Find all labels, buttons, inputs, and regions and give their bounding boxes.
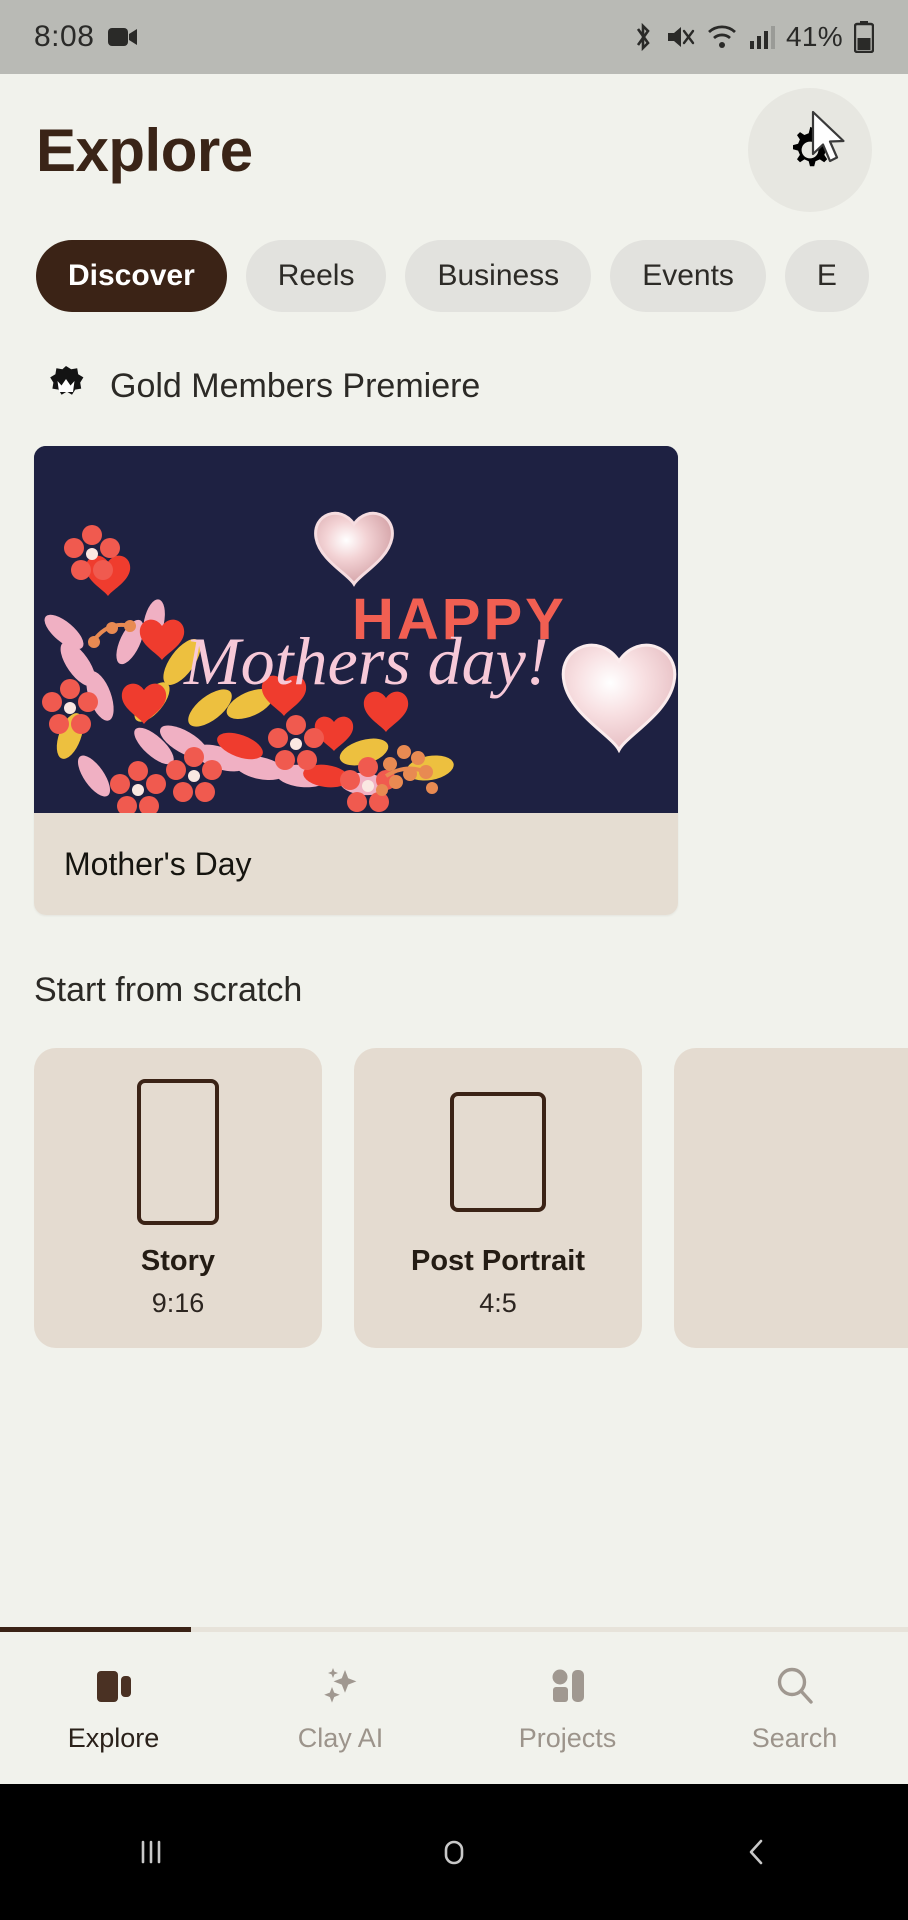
chip-events[interactable]: Events bbox=[610, 240, 766, 312]
nav-item-explore[interactable]: Explore bbox=[0, 1663, 227, 1754]
format-card-partial-next[interactable] bbox=[674, 1048, 908, 1348]
scratch-section-title: Start from scratch bbox=[34, 971, 303, 1009]
battery-percentage: 41% bbox=[786, 21, 843, 52]
bottom-navigation-bar: Explore Clay AI Projects Search bbox=[0, 1632, 908, 1784]
home-icon bbox=[436, 1834, 472, 1870]
settings-button[interactable] bbox=[748, 88, 872, 212]
phone-screen: 8:08 41% Explore Discover Reels Business… bbox=[0, 0, 908, 1920]
nav-item-clay-ai[interactable]: Clay AI bbox=[227, 1663, 454, 1754]
sparkles-icon bbox=[318, 1663, 364, 1709]
search-magnifier-icon bbox=[772, 1663, 818, 1709]
format-label: Post Portrait bbox=[410, 1245, 586, 1277]
nav-item-search[interactable]: Search bbox=[681, 1663, 908, 1754]
crown-badge-icon bbox=[44, 364, 88, 408]
chip-reels[interactable]: Reels bbox=[245, 240, 387, 312]
video-camera-icon bbox=[108, 26, 138, 48]
banner-script-text: Mothers day! bbox=[183, 623, 548, 699]
status-bar-right: 41% bbox=[632, 21, 875, 54]
recents-button[interactable] bbox=[0, 1834, 303, 1870]
premiere-banner-image: HAPPY Mothers day! bbox=[34, 446, 678, 813]
status-bar: 8:08 41% bbox=[0, 0, 908, 74]
back-icon bbox=[739, 1834, 775, 1870]
mothers-day-artwork: HAPPY Mothers day! bbox=[34, 446, 678, 813]
status-bar-clock: 8:08 bbox=[34, 20, 95, 53]
format-ratio: 4:5 bbox=[479, 1288, 517, 1318]
projects-blocks-icon bbox=[545, 1663, 591, 1709]
format-ratio: 9:16 bbox=[151, 1288, 205, 1318]
nav-label: Search bbox=[751, 1722, 838, 1753]
battery-icon bbox=[853, 21, 875, 54]
format-label: Story bbox=[140, 1245, 216, 1277]
system-navigation-bar bbox=[0, 1784, 908, 1920]
recents-icon bbox=[133, 1834, 169, 1870]
mouse-pointer-icon bbox=[810, 110, 854, 170]
chip-business[interactable]: Business bbox=[405, 240, 592, 312]
chip-discover[interactable]: Discover bbox=[36, 240, 227, 312]
chip-partial-next[interactable]: E bbox=[784, 240, 869, 312]
format-card-post-portrait[interactable]: Post Portrait 4:5 bbox=[354, 1048, 642, 1348]
premiere-card-caption: Mother's Day bbox=[34, 813, 678, 915]
home-button[interactable] bbox=[303, 1834, 606, 1870]
nav-label: Projects bbox=[518, 1722, 617, 1753]
nav-item-projects[interactable]: Projects bbox=[454, 1663, 681, 1754]
story-frame-icon bbox=[137, 1077, 219, 1227]
status-bar-left: 8:08 bbox=[34, 20, 138, 54]
premiere-section-header: Gold Members Premiere bbox=[0, 312, 908, 408]
premiere-section-title: Gold Members Premiere bbox=[110, 366, 481, 405]
premiere-card-caption-text: Mother's Day bbox=[64, 845, 252, 882]
format-card-story[interactable]: Story 9:16 bbox=[34, 1048, 322, 1348]
nav-label: Clay AI bbox=[297, 1722, 384, 1753]
wifi-icon bbox=[706, 22, 738, 52]
volume-mute-icon bbox=[665, 22, 695, 52]
premiere-card[interactable]: HAPPY Mothers day! Mother's Day bbox=[34, 446, 678, 915]
format-card-row[interactable]: Story 9:16 Post Portrait 4:5 bbox=[0, 1010, 908, 1348]
post-portrait-frame-icon bbox=[450, 1077, 546, 1227]
page-title: Explore bbox=[36, 116, 253, 184]
app-header: Explore bbox=[0, 74, 908, 226]
bluetooth-icon bbox=[632, 21, 654, 53]
category-chip-row[interactable]: Discover Reels Business Events E bbox=[0, 226, 908, 312]
nav-label: Explore bbox=[67, 1722, 160, 1753]
cellular-signal-icon bbox=[749, 23, 776, 51]
explore-panels-icon bbox=[91, 1663, 137, 1709]
back-button[interactable] bbox=[605, 1834, 908, 1870]
